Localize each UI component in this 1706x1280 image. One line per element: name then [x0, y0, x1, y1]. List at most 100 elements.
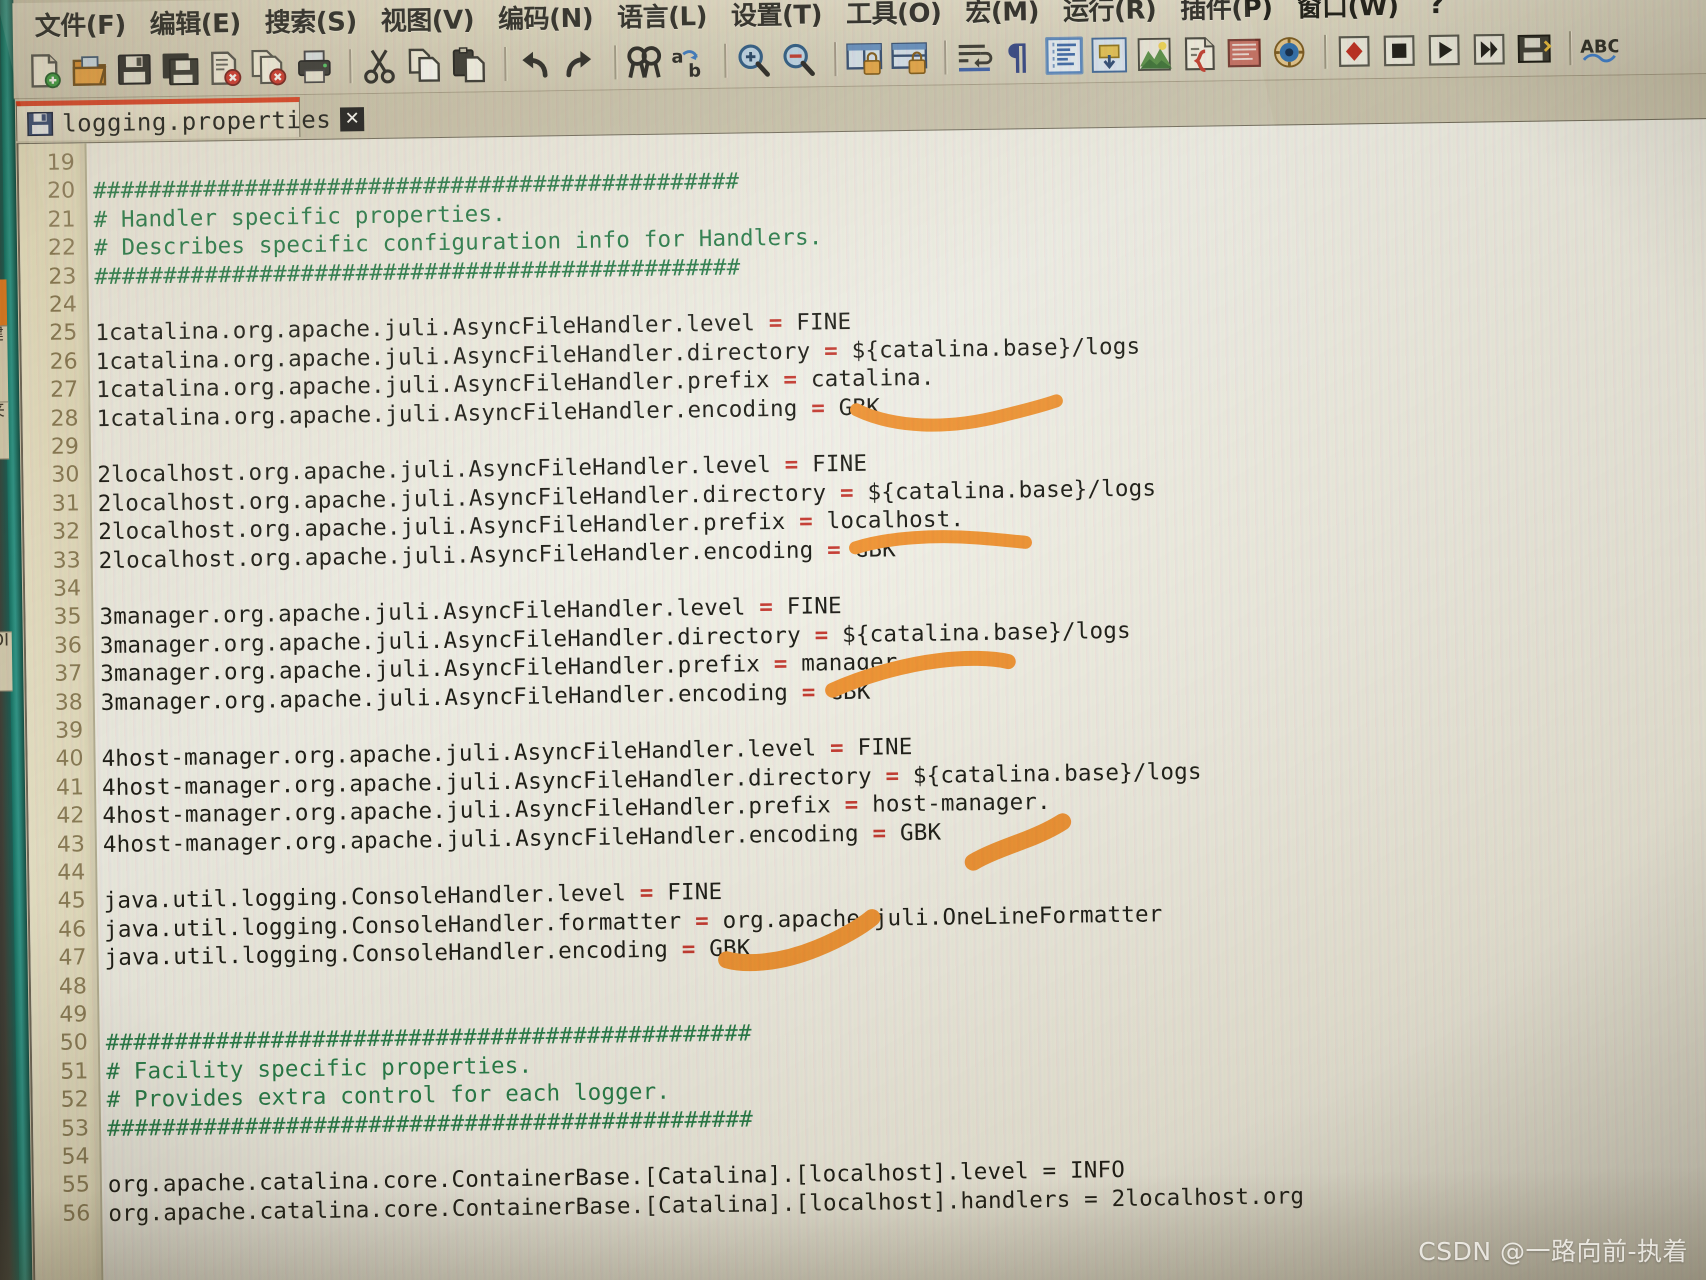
line-number: 28: [50, 405, 79, 432]
function-list-icon[interactable]: [1180, 34, 1219, 73]
toolbar-separator: [614, 44, 617, 79]
find-icon[interactable]: [625, 42, 664, 81]
line-number: 42: [56, 803, 85, 829]
menu-item-view[interactable]: 视图(V): [368, 0, 486, 38]
line-number: 50: [59, 1030, 88, 1057]
line-number: 46: [57, 917, 87, 943]
menu-item-settings[interactable]: 设置(T): [719, 0, 835, 32]
tab-logging-properties[interactable]: logging.properties ✕: [15, 97, 365, 142]
offscreen-fragment-3: 夹: [0, 401, 10, 460]
line-number: 44: [57, 860, 86, 886]
line-number: 21: [47, 207, 76, 233]
indent-guide-icon[interactable]: [1044, 35, 1084, 75]
line-number: 47: [58, 945, 87, 971]
line-number: 33: [52, 547, 81, 574]
line-number: 23: [48, 263, 77, 290]
line-number: 20: [46, 178, 76, 205]
svg-text:a: a: [671, 46, 683, 67]
menu-item-search[interactable]: 搜索(S): [252, 1, 369, 40]
svg-text:¶: ¶: [1006, 37, 1029, 75]
svg-text:b: b: [688, 60, 701, 80]
line-number: 34: [52, 576, 82, 602]
code-editor[interactable]: 19 20 21 22 23 24 25 26 27 28 29 30 31 32 33 34 35 36 37 38…: [16, 117, 1706, 1280]
document-map-icon[interactable]: [1135, 35, 1174, 74]
word-wrap-icon[interactable]: [955, 37, 994, 76]
toolbar-separator: [1323, 34, 1327, 69]
cut-icon[interactable]: [360, 46, 399, 85]
print-icon[interactable]: [295, 47, 334, 86]
menu-item-tools[interactable]: 工具(O): [834, 0, 954, 31]
show-all-characters-icon[interactable]: ¶: [1000, 37, 1039, 75]
line-number: 48: [58, 973, 88, 1000]
close-all-files-icon[interactable]: [250, 48, 289, 87]
stop-recording-icon[interactable]: [1380, 31, 1419, 70]
toolbar-separator: [834, 41, 837, 76]
line-number: 55: [61, 1172, 91, 1199]
record-macro-icon[interactable]: [1335, 32, 1374, 71]
menu-item-macro[interactable]: 宏(M): [953, 0, 1051, 29]
offscreen-fragment-4: OI: [0, 631, 13, 692]
toolbar-separator: [724, 43, 727, 78]
save-all-icon[interactable]: [160, 49, 199, 88]
toolbar-separator: [349, 48, 352, 83]
line-number: 26: [49, 349, 78, 375]
toolbar-separator: [944, 39, 947, 74]
offscreen-fragment-1: [0, 279, 8, 326]
menu-item-plugins[interactable]: 插件(P): [1168, 0, 1285, 26]
offscreen-fragment-text-1: 建: [0, 325, 4, 345]
line-number: 35: [53, 604, 82, 631]
run-macro-multiple-icon[interactable]: [1470, 30, 1509, 69]
save-icon[interactable]: [115, 50, 154, 89]
line-number: 36: [53, 633, 83, 659]
folder-as-workspace-icon[interactable]: [1225, 33, 1264, 72]
replace-icon[interactable]: a b: [670, 41, 709, 80]
user-defined-language-icon[interactable]: [1090, 35, 1129, 74]
line-number: 53: [60, 1115, 90, 1142]
line-number: 30: [51, 462, 80, 489]
tab-label: logging.properties: [61, 105, 332, 138]
menu-item-window[interactable]: 窗口(W): [1284, 0, 1410, 24]
close-file-icon[interactable]: [205, 48, 244, 87]
line-number: 43: [56, 831, 86, 858]
menu-item-run[interactable]: 运行(R): [1051, 0, 1169, 27]
zoom-out-icon[interactable]: [780, 40, 819, 79]
monitor-icon[interactable]: [1270, 33, 1309, 72]
line-number: 24: [48, 292, 78, 318]
paste-icon[interactable]: [450, 45, 489, 84]
sync-horizontal-scroll-icon[interactable]: [890, 38, 929, 77]
line-number: 19: [46, 150, 75, 176]
spell-check-icon[interactable]: ABC: [1580, 28, 1618, 67]
line-number: 54: [61, 1144, 90, 1170]
offscreen-fragment-text-3: OI: [0, 631, 10, 651]
svg-text:ABC: ABC: [1580, 36, 1618, 58]
screenshot-root: 建 夹 OI 文件(F) 编辑(E) 搜索(S) 视图(V) 编码(N) 语言(…: [0, 0, 1706, 1280]
line-number: 51: [60, 1059, 89, 1085]
undo-icon[interactable]: [515, 44, 554, 83]
menu-item-encoding[interactable]: 编码(N): [486, 0, 606, 36]
play-macro-icon[interactable]: [1425, 30, 1464, 69]
save-icon: [26, 111, 54, 136]
redo-icon[interactable]: [560, 43, 599, 82]
sync-vertical-scroll-icon[interactable]: [845, 39, 884, 78]
offscreen-fragment-2: 建: [0, 325, 9, 404]
close-icon[interactable]: ✕: [340, 106, 365, 131]
menu-item-language[interactable]: 语言(L): [605, 0, 719, 34]
line-number: 31: [51, 491, 80, 517]
toolbar-separator: [504, 46, 507, 81]
line-number: 41: [55, 775, 85, 801]
line-number: 56: [62, 1201, 91, 1227]
menu-item-file[interactable]: 文件(F): [22, 4, 138, 43]
line-number: 52: [60, 1087, 89, 1113]
zoom-in-icon[interactable]: [735, 41, 774, 80]
save-macro-icon[interactable]: [1515, 29, 1554, 68]
watermark: CSDN @一路向前-执着: [1418, 1237, 1688, 1266]
line-number: 29: [50, 434, 80, 460]
line-number: 22: [47, 235, 77, 261]
menu-item-edit[interactable]: 编辑(E): [137, 2, 253, 41]
copy-icon[interactable]: [405, 45, 444, 84]
code-content[interactable]: ########################################…: [86, 119, 1706, 1280]
new-file-icon[interactable]: [25, 51, 64, 90]
open-file-icon[interactable]: [70, 50, 109, 89]
menu-item-help[interactable]: ?: [1410, 0, 1462, 20]
toolbar-separator: [1568, 30, 1572, 65]
